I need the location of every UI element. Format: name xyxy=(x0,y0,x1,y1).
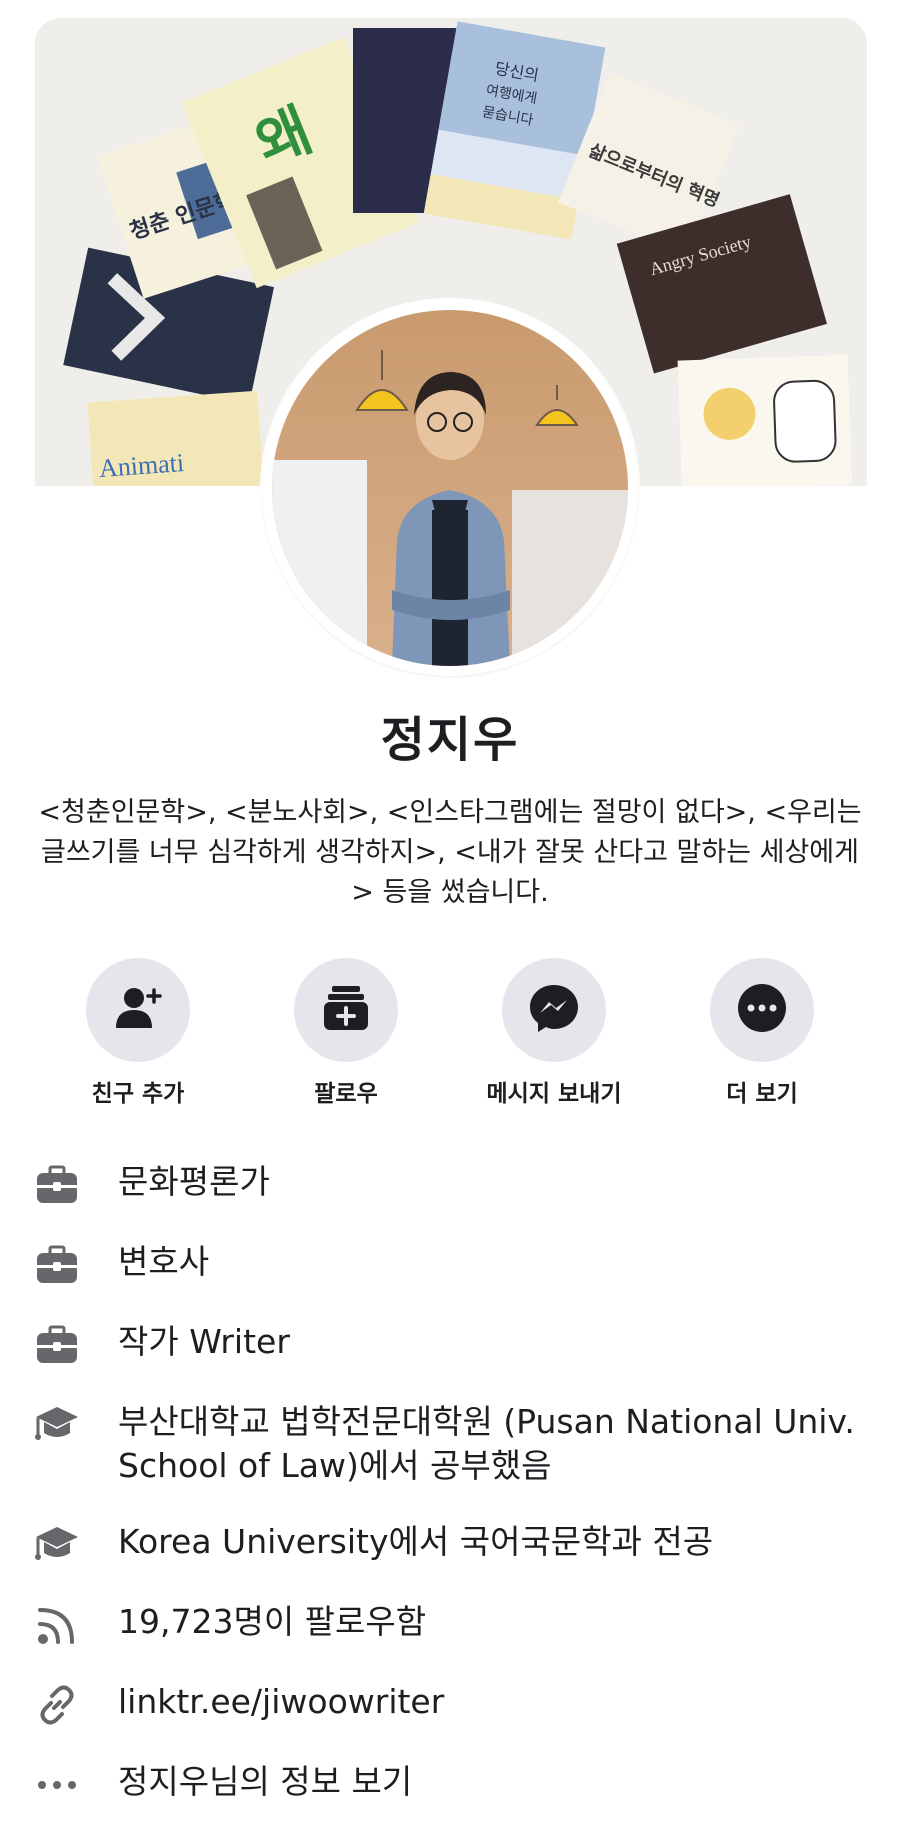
detail-item-see-about[interactable]: 정지우님의 정보 보기 xyxy=(34,1760,866,1808)
link-icon xyxy=(34,1682,80,1728)
detail-text: 변호사 xyxy=(118,1242,210,1281)
rss-icon xyxy=(34,1602,80,1648)
detail-text: 19,723명이 팔로우함 xyxy=(118,1602,427,1641)
profile-name: 정지우 xyxy=(380,712,520,768)
follow-icon xyxy=(320,982,372,1038)
add-friend-icon xyxy=(112,982,164,1038)
send-message-button-circle[interactable] xyxy=(502,958,606,1062)
detail-text: 문화평론가 xyxy=(118,1162,270,1201)
ellipsis-icon xyxy=(34,1762,80,1808)
detail-item-korea-university: Korea University에서 국어국문학과 전공 xyxy=(34,1520,866,1568)
add-friend-label: 친구 추가 xyxy=(91,1081,185,1107)
messenger-icon xyxy=(527,981,581,1039)
briefcase-icon xyxy=(34,1162,80,1208)
detail-item-followers: 19,723명이 팔로우함 xyxy=(34,1600,866,1648)
briefcase-icon xyxy=(34,1322,80,1368)
graduation-cap-icon xyxy=(34,1522,80,1568)
briefcase-icon xyxy=(34,1242,80,1288)
more-button-circle[interactable] xyxy=(710,958,814,1062)
add-friend-button-circle[interactable] xyxy=(86,958,190,1062)
cover-book-title-animati: Animati xyxy=(98,448,185,483)
website-link[interactable]: linktr.ee/jiwoowriter xyxy=(118,1680,444,1724)
detail-item-website-link[interactable]: linktr.ee/jiwoowriter xyxy=(34,1680,866,1728)
detail-text: 작가 Writer xyxy=(118,1322,290,1361)
detail-text: Korea University에서 국어국문학과 전공 xyxy=(118,1522,714,1561)
detail-item-writer: 작가 Writer xyxy=(34,1320,866,1368)
detail-item-pusan-law-school: 부산대학교 법학전문대학원 (Pusan National Univ. Scho… xyxy=(34,1400,866,1488)
detail-text: 부산대학교 법학전문대학원 (Pusan National Univ. Scho… xyxy=(118,1402,855,1485)
detail-item-lawyer: 변호사 xyxy=(34,1240,866,1288)
detail-item-culture-critic: 문화평론가 xyxy=(34,1160,866,1208)
profile-bio: <청춘인문학>, <분노사회>, <인스타그램에는 절망이 없다>, <우리는 … xyxy=(38,797,862,908)
add-friend-button[interactable]: 친구 추가 xyxy=(34,958,242,1108)
more-icon xyxy=(737,983,787,1037)
follow-button[interactable]: 팔로우 xyxy=(242,958,450,1108)
graduation-cap-icon xyxy=(34,1402,80,1448)
follow-button-circle[interactable] xyxy=(294,958,398,1062)
see-about-info-link[interactable]: 정지우님의 정보 보기 xyxy=(118,1760,412,1804)
follow-label: 팔로우 xyxy=(314,1081,378,1107)
more-label: 더 보기 xyxy=(726,1081,798,1107)
profile-actions: 친구 추가 팔로우 메시지 보내기 더 보기 xyxy=(34,958,866,1108)
profile-picture[interactable] xyxy=(272,310,628,666)
send-message-label: 메시지 보내기 xyxy=(486,1081,622,1107)
profile-picture-frame[interactable] xyxy=(262,300,638,676)
profile-details: 문화평론가 변호사 작가 Writer 부산대학교 법학전문대학원 (Pusan… xyxy=(34,1160,866,1840)
more-button[interactable]: 더 보기 xyxy=(658,958,866,1108)
send-message-button[interactable]: 메시지 보내기 xyxy=(450,958,658,1108)
